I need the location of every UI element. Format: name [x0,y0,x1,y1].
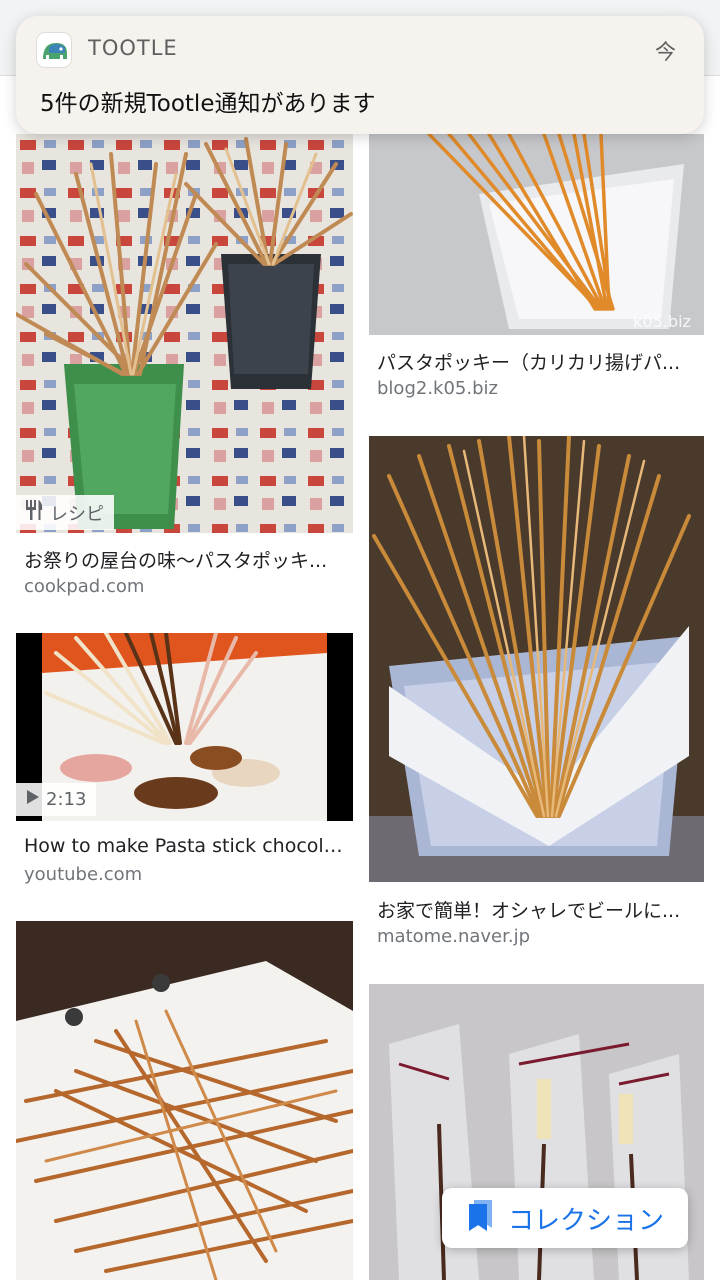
result-card-1[interactable]: レシピ お祭りの屋台の味〜パスタポッキ... cookpad.com [16,134,353,614]
result-caption[interactable]: How to make Pasta stick chocola... [24,835,344,857]
video-duration-label: 2:13 [46,789,87,810]
result-image-5[interactable] [16,921,353,1280]
utensils-icon [24,499,44,526]
play-icon [26,789,40,810]
result-image-2[interactable]: k05.biz [369,134,704,335]
result-source: cookpad.com [24,576,145,597]
result-card-4[interactable]: お家で簡単！オシャレでビールに... matome.naver.jp [369,436,704,956]
result-source: blog2.k05.biz [377,378,498,399]
result-image-4[interactable] [369,436,704,882]
watermark-text: k05.biz [633,312,691,331]
bookmark-icon [466,1198,496,1239]
result-caption[interactable]: パスタポッキー（カリカリ揚げパ... [377,348,697,375]
collection-button[interactable]: コレクション [442,1188,688,1248]
result-source: matome.naver.jp [377,926,531,947]
result-card-3[interactable]: 2:13 How to make Pasta stick chocola... … [16,633,353,893]
collection-button-label: コレクション [507,1205,664,1236]
video-duration-badge: 2:13 [16,783,97,816]
result-source: youtube.com [24,864,143,885]
result-card-5[interactable] [16,921,353,1280]
notification-time: 今 [655,40,676,64]
recipe-badge: レシピ [16,495,114,530]
notification-app-name: TOOTLE [88,36,178,60]
result-caption[interactable]: お家で簡単！オシャレでビールに... [377,896,697,923]
recipe-badge-label: レシピ [50,503,104,525]
result-image-1[interactable] [16,134,353,533]
tootle-app-icon [36,32,72,68]
result-card-2[interactable]: k05.biz パスタポッキー（カリカリ揚げパ... blog2.k05.biz [369,134,704,414]
result-caption[interactable]: お祭りの屋台の味〜パスタポッキ... [24,546,344,573]
push-notification[interactable]: TOOTLE 今 5件の新規Tootle通知があります [16,16,704,134]
notification-message: 5件の新規Tootle通知があります [40,91,376,117]
